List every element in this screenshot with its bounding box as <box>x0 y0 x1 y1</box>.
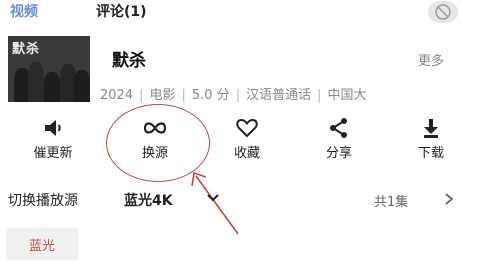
movie-title: 默杀 <box>112 51 146 71</box>
action-label: 分享 <box>325 146 352 161</box>
meta-divider: | <box>139 88 144 103</box>
episode-count[interactable]: 共1集 <box>374 191 408 210</box>
meta-category: 电影 <box>149 88 176 103</box>
download-button[interactable]: 下载 <box>396 116 466 161</box>
meta-region: 中国大 <box>327 88 367 103</box>
danmaku-toggle-button[interactable] <box>428 1 458 23</box>
meta-divider: | <box>235 88 241 103</box>
tab-comments[interactable]: 评论(1) <box>96 4 147 20</box>
tab-video[interactable]: 视频 <box>10 4 38 20</box>
action-bar: 催更新 换源 收藏 分享 下载 <box>0 116 480 166</box>
meta-divider: | <box>181 88 186 103</box>
speaker-icon <box>45 120 61 136</box>
request-update-button[interactable]: 催更新 <box>18 116 88 161</box>
meta-language: 汉语普通话 <box>246 88 312 103</box>
play-source-row[interactable]: 切换播放源 蓝光4K 共1集 <box>0 186 480 210</box>
action-label: 收藏 <box>233 146 260 161</box>
share-button[interactable]: 分享 <box>304 116 374 161</box>
chevron-right-icon[interactable] <box>444 192 454 206</box>
download-icon <box>424 119 438 138</box>
share-icon <box>330 118 347 138</box>
source-chip-bluray[interactable]: 蓝光 <box>6 228 78 260</box>
top-tabs: 视频 评论(1) <box>0 0 480 26</box>
poster-title: 默杀 <box>12 42 41 57</box>
chevron-down-icon[interactable] <box>206 192 220 204</box>
heart-icon <box>236 118 258 138</box>
poster-figure <box>44 72 60 102</box>
favorite-button[interactable]: 收藏 <box>212 116 282 161</box>
movie-poster[interactable]: 默杀 <box>8 36 90 102</box>
more-link[interactable]: 更多 <box>418 50 444 69</box>
poster-figure <box>28 62 44 102</box>
meta-year: 2024 <box>100 88 134 103</box>
action-label: 下载 <box>417 146 444 161</box>
movie-meta: 2024 | 电影 | 5.0 分 | 汉语普通话 | 中国大 <box>100 84 367 103</box>
meta-divider: | <box>317 88 322 103</box>
highlight-circle-annotation <box>106 104 210 182</box>
action-label: 催更新 <box>33 146 73 161</box>
source-selected-value[interactable]: 蓝光4K <box>124 190 173 210</box>
danmaku-off-icon <box>435 4 451 20</box>
poster-figure <box>74 70 90 102</box>
switch-source-label: 切换播放源 <box>8 193 78 209</box>
meta-score: 5.0 分 <box>191 88 230 103</box>
